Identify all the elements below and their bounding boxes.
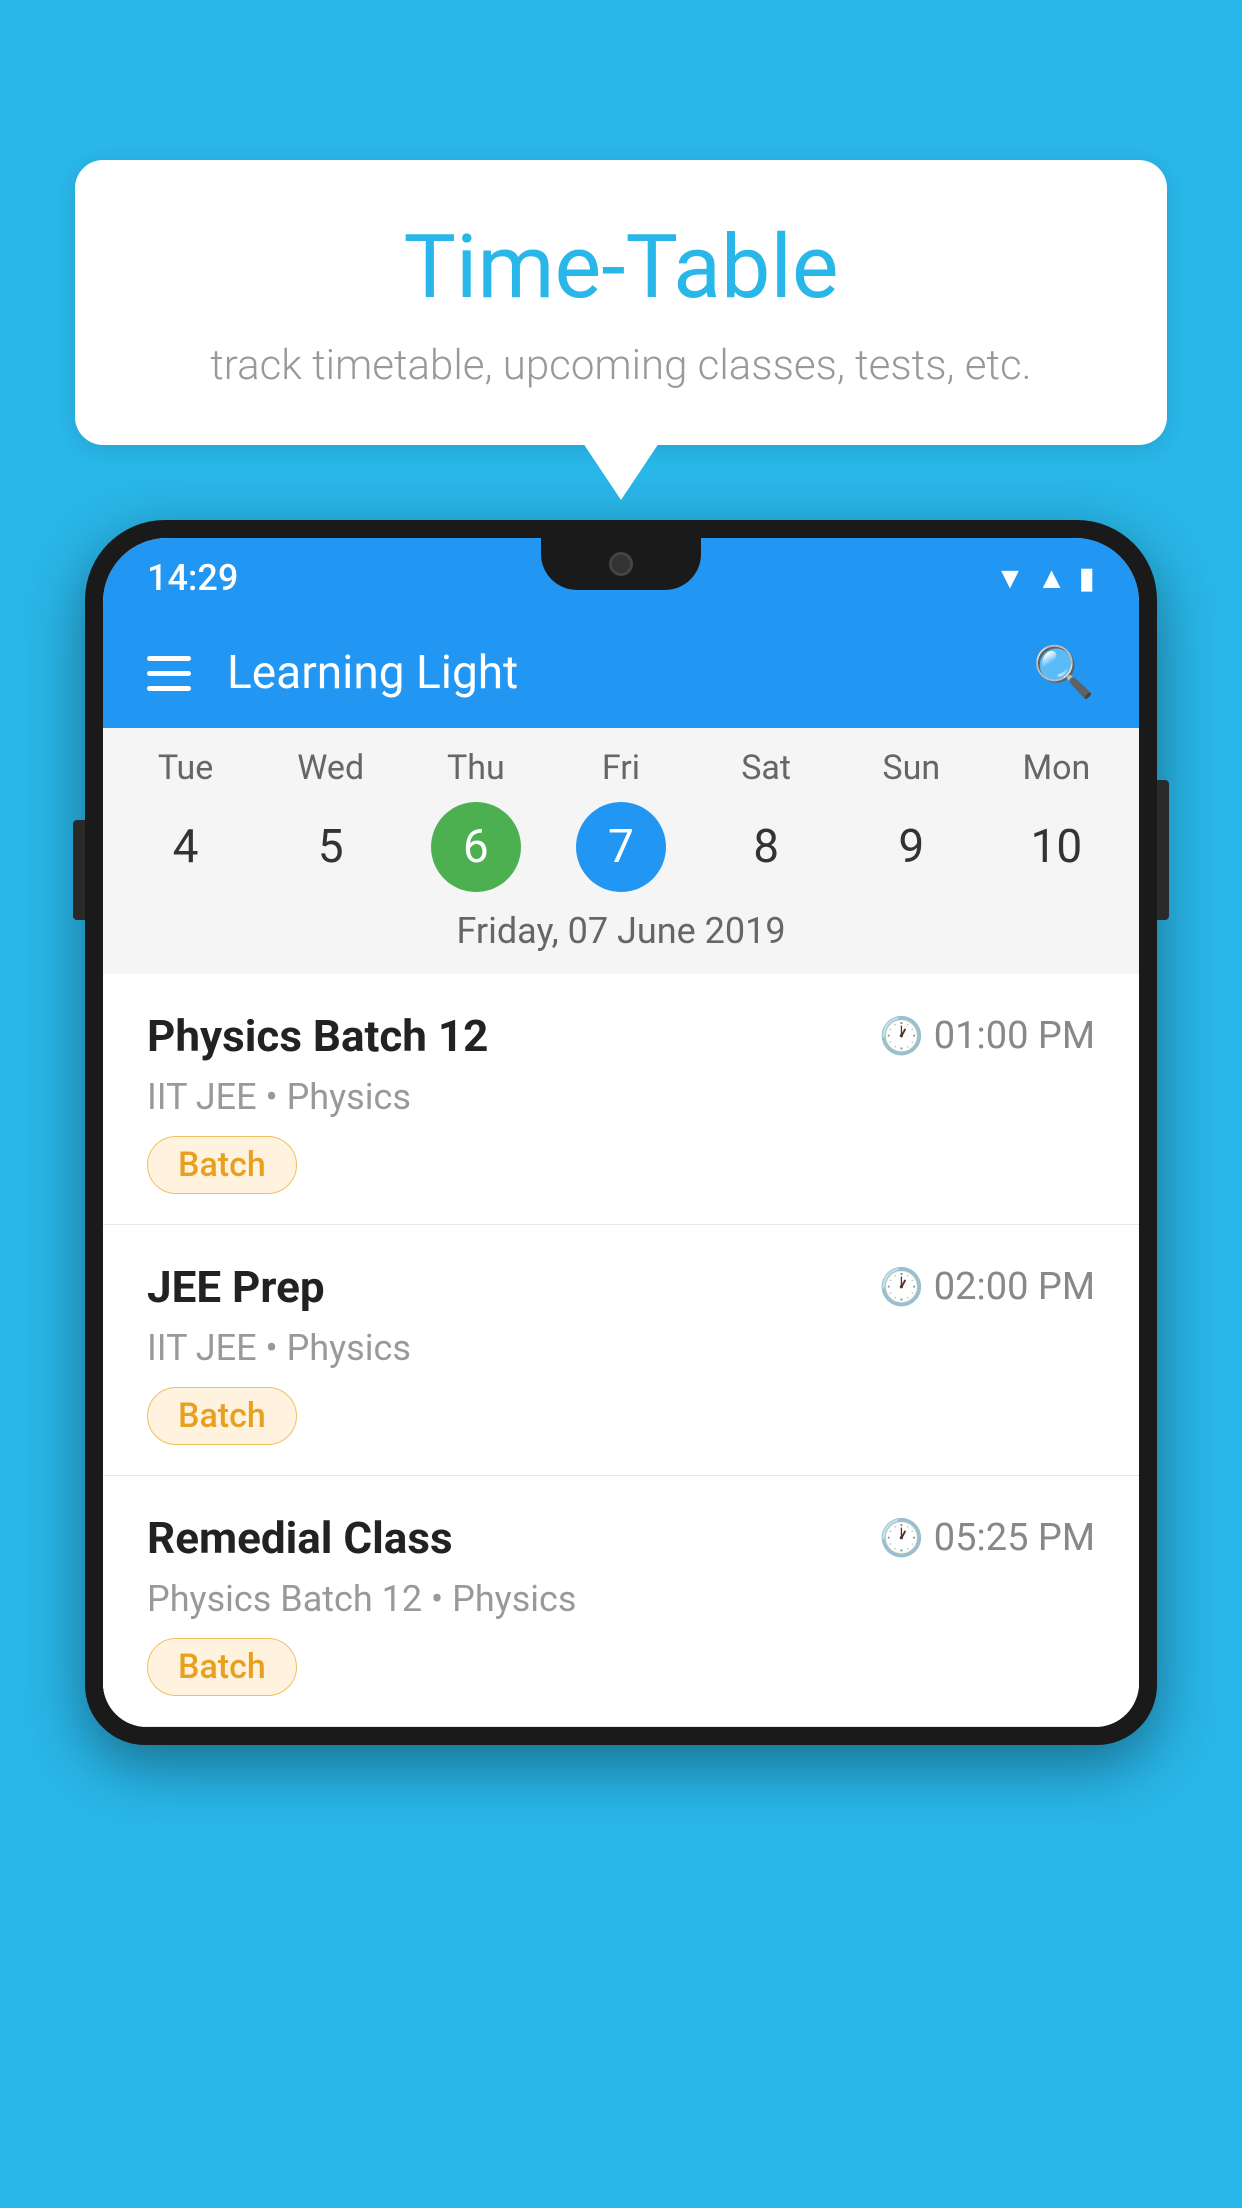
app-title: Learning Light — [227, 646, 997, 700]
schedule-item[interactable]: Remedial Class 🕐05:25 PM Physics Batch 12 … — [103, 1476, 1139, 1727]
calendar-strip: Tue 4 Wed 5 Thu 6 Fri 7 Sat 8 Sun 9 Mon 10 Friday, 07… — [103, 728, 1139, 974]
notch — [541, 538, 701, 590]
batch-badge: Batch — [147, 1638, 297, 1696]
status-bar: 14:29 ▼ ▲ ▮ — [103, 538, 1139, 618]
schedule-item-title: Remedial Class — [147, 1512, 453, 1564]
day-col[interactable]: Wed 5 — [258, 748, 403, 892]
day-name: Sat — [741, 748, 791, 788]
time-text: 02:00 PM — [934, 1265, 1095, 1309]
day-col[interactable]: Tue 4 — [113, 748, 258, 892]
schedule-subtitle: IIT JEE • Physics — [147, 1076, 1095, 1118]
bubble-title: Time-Table — [135, 220, 1107, 317]
battery-icon: ▮ — [1078, 561, 1095, 596]
days-row: Tue 4 Wed 5 Thu 6 Fri 7 Sat 8 Sun 9 Mon 10 — [103, 748, 1139, 892]
time-text: 01:00 PM — [934, 1014, 1095, 1058]
day-name: Wed — [297, 748, 364, 788]
day-name: Fri — [602, 748, 640, 788]
time-text: 05:25 PM — [934, 1516, 1095, 1560]
day-col[interactable]: Mon 10 — [984, 748, 1129, 892]
speech-bubble-container: Time-Table track timetable, upcoming cla… — [75, 160, 1167, 445]
phone-outer: 14:29 ▼ ▲ ▮ Learning Light — [85, 520, 1157, 1745]
day-number[interactable]: 10 — [1011, 802, 1101, 892]
signal-icon: ▲ — [1037, 561, 1067, 596]
day-number[interactable]: 4 — [141, 802, 231, 892]
day-col[interactable]: Thu 6 — [403, 748, 548, 892]
schedule-item-header: JEE Prep 🕐02:00 PM — [147, 1261, 1095, 1313]
schedule-time: 🕐05:25 PM — [879, 1516, 1095, 1560]
schedule-subtitle: IIT JEE • Physics — [147, 1327, 1095, 1369]
wifi-icon: ▼ — [995, 561, 1025, 596]
schedule-item-header: Remedial Class 🕐05:25 PM — [147, 1512, 1095, 1564]
app-bar: Learning Light 🔍 — [103, 618, 1139, 728]
schedule-item[interactable]: JEE Prep 🕐02:00 PM IIT JEE • Physics Batch — [103, 1225, 1139, 1476]
schedule-item[interactable]: Physics Batch 12 🕐01:00 PM IIT JEE • Physi… — [103, 974, 1139, 1225]
phone-inner: 14:29 ▼ ▲ ▮ Learning Light — [103, 538, 1139, 1727]
search-button[interactable]: 🔍 — [1033, 644, 1095, 702]
day-name: Tue — [158, 748, 213, 788]
speech-bubble: Time-Table track timetable, upcoming cla… — [75, 160, 1167, 445]
schedule-time: 🕐02:00 PM — [879, 1265, 1095, 1309]
schedule-list: Physics Batch 12🕐01:00 PMIIT JEE • Physi… — [103, 974, 1139, 1727]
clock-icon: 🕐 — [879, 1015, 924, 1057]
bubble-subtitle: track timetable, upcoming classes, tests… — [135, 341, 1107, 390]
day-number[interactable]: 9 — [866, 802, 956, 892]
day-number[interactable]: 6 — [431, 802, 521, 892]
day-col[interactable]: Sat 8 — [694, 748, 839, 892]
day-name: Thu — [447, 748, 505, 788]
day-name: Mon — [1022, 748, 1090, 788]
batch-badge: Batch — [147, 1387, 297, 1445]
schedule-item-title: Physics Batch 12 — [147, 1010, 488, 1062]
clock-icon: 🕐 — [879, 1517, 924, 1559]
camera-dot — [609, 552, 633, 576]
day-name: Sun — [882, 748, 940, 788]
phone-mockup: 14:29 ▼ ▲ ▮ Learning Light — [85, 520, 1157, 2208]
hamburger-menu[interactable] — [147, 656, 191, 691]
day-col[interactable]: Fri 7 — [548, 748, 693, 892]
day-number[interactable]: 8 — [721, 802, 811, 892]
schedule-time: 🕐01:00 PM — [879, 1014, 1095, 1058]
day-col[interactable]: Sun 9 — [839, 748, 984, 892]
selected-date: Friday, 07 June 2019 — [103, 892, 1139, 974]
status-time: 14:29 — [147, 557, 238, 599]
schedule-item-header: Physics Batch 12 🕐01:00 PM — [147, 1010, 1095, 1062]
schedule-subtitle: Physics Batch 12 • Physics — [147, 1578, 1095, 1620]
day-number[interactable]: 5 — [286, 802, 376, 892]
status-icons: ▼ ▲ ▮ — [995, 561, 1095, 596]
batch-badge: Batch — [147, 1136, 297, 1194]
clock-icon: 🕐 — [879, 1266, 924, 1308]
day-number[interactable]: 7 — [576, 802, 666, 892]
schedule-item-title: JEE Prep — [147, 1261, 325, 1313]
